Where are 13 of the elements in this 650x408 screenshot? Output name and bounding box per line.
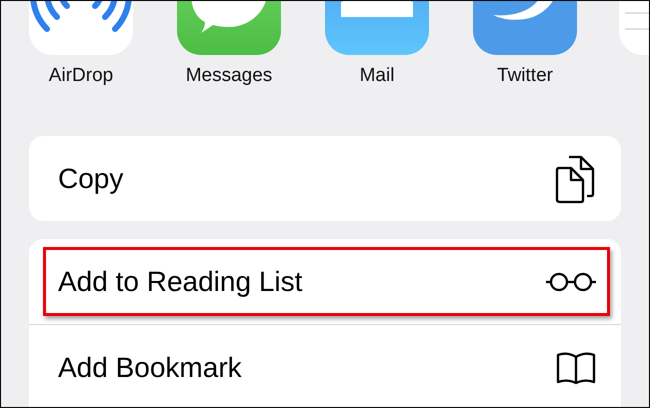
- app-label: Messages: [186, 65, 272, 87]
- book-icon: [555, 350, 597, 384]
- copy-icon: [553, 154, 597, 204]
- app-label: AirDrop: [48, 65, 114, 87]
- action-label: Copy: [58, 162, 124, 194]
- action-row[interactable]: Add to Reading List: [29, 239, 621, 324]
- app-label: Twitter: [497, 65, 553, 87]
- app-label: Mail: [360, 65, 394, 87]
- action-row[interactable]: Copy: [29, 136, 621, 221]
- action-label: Add to Reading List: [58, 266, 302, 298]
- glasses-icon: [545, 270, 597, 292]
- action-row[interactable]: Add Bookmark: [29, 324, 621, 407]
- action-label: Add Bookmark: [58, 352, 242, 384]
